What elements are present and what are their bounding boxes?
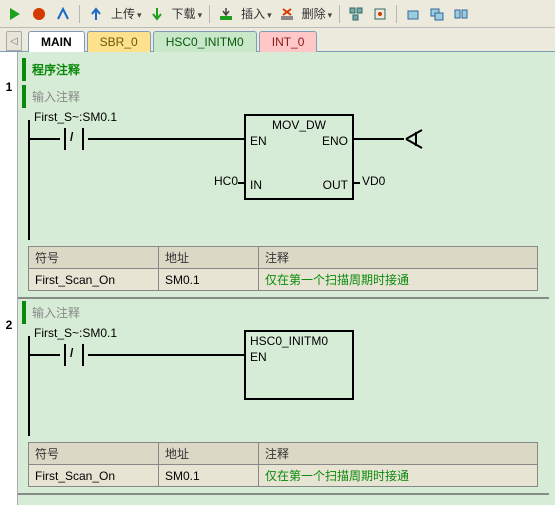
gutter: 1 2	[0, 52, 18, 505]
rung-2[interactable]: First_S~:SM0.1 / HSC0_INITM0 EN	[28, 326, 549, 436]
window-button-2[interactable]	[426, 3, 448, 25]
symbol-table-2: 符号 地址 注释 First_Scan_On SM0.1 仅在第一个扫描周期时接…	[28, 442, 538, 487]
download-label[interactable]: 下载	[170, 5, 205, 22]
symbol-table-1: 符号 地址 注释 First_Scan_On SM0.1 仅在第一个扫描周期时接…	[28, 246, 538, 291]
contact-label-2: First_S~:SM0.1	[34, 326, 117, 340]
rung-1[interactable]: First_S~:SM0.1 / MOV_DW EN ENO IN OUT HC…	[28, 110, 549, 240]
block2-title: HSC0_INITM0	[246, 332, 352, 350]
network-number-1: 1	[0, 80, 18, 94]
status-button[interactable]	[52, 3, 74, 25]
th-cmt2: 注释	[259, 443, 538, 465]
not-coil[interactable]	[404, 128, 434, 150]
window-button-3[interactable]	[450, 3, 472, 25]
th-symbol: 符号	[29, 247, 159, 269]
nc-contact-1[interactable]: /	[60, 126, 88, 152]
th-symbol2: 符号	[29, 443, 159, 465]
pin-en: EN	[250, 134, 267, 148]
misc-button-2[interactable]	[369, 3, 391, 25]
network-number-2: 2	[0, 318, 18, 332]
program-comment[interactable]: 程序注释	[22, 58, 547, 81]
pin-in: IN	[250, 178, 262, 192]
insert-label[interactable]: 插入	[239, 5, 274, 22]
network-2-title[interactable]: 输入注释	[22, 301, 547, 324]
nc-contact-2[interactable]: /	[60, 342, 88, 368]
pin-eno: ENO	[322, 134, 348, 148]
td-cmt2: 仅在第一个扫描周期时接通	[259, 465, 538, 487]
upload-button[interactable]	[85, 3, 107, 25]
network-1: 输入注释 First_S~:SM0.1 / MOV_DW EN ENO IN O…	[24, 85, 549, 291]
tab-sbr0[interactable]: SBR_0	[87, 31, 151, 52]
tab-hsc0[interactable]: HSC0_INITM0	[153, 31, 257, 52]
mov-dw-block[interactable]: MOV_DW EN ENO IN OUT	[244, 114, 354, 200]
pin-out: OUT	[323, 178, 348, 192]
th-addr2: 地址	[159, 443, 259, 465]
upload-label[interactable]: 上传	[109, 5, 144, 22]
run-button[interactable]	[4, 3, 26, 25]
out-addr: VD0	[362, 174, 385, 188]
misc-button-1[interactable]	[345, 3, 367, 25]
td-cmt: 仅在第一个扫描周期时接通	[259, 269, 538, 291]
toolbar: 上传 下载 插入 删除	[0, 0, 555, 28]
table-row[interactable]: First_Scan_On SM0.1 仅在第一个扫描周期时接通	[29, 465, 538, 487]
hsc0-block[interactable]: HSC0_INITM0 EN	[244, 330, 354, 400]
in-addr: HC0	[214, 174, 238, 188]
network-2: 输入注释 First_S~:SM0.1 / HSC0_INITM0 EN 符号 …	[24, 301, 549, 487]
th-addr: 地址	[159, 247, 259, 269]
ladder-editor[interactable]: 1 2 程序注释 输入注释 First_S~:SM0.1 / MOV_DW EN…	[0, 52, 555, 505]
stop-button[interactable]	[28, 3, 50, 25]
td-sym2: First_Scan_On	[29, 465, 159, 487]
table-row[interactable]: First_Scan_On SM0.1 仅在第一个扫描周期时接通	[29, 269, 538, 291]
delete-button[interactable]	[276, 3, 298, 25]
download-button[interactable]	[146, 3, 168, 25]
delete-label[interactable]: 删除	[300, 5, 335, 22]
th-cmt: 注释	[259, 247, 538, 269]
tab-scroll-left[interactable]: ◁	[6, 31, 22, 51]
window-button-1[interactable]	[402, 3, 424, 25]
tab-bar: ◁ MAIN SBR_0 HSC0_INITM0 INT_0	[0, 28, 555, 52]
block-title: MOV_DW	[246, 116, 352, 134]
td-addr2: SM0.1	[159, 465, 259, 487]
insert-button[interactable]	[215, 3, 237, 25]
td-addr: SM0.1	[159, 269, 259, 291]
contact-label-1: First_S~:SM0.1	[34, 110, 117, 124]
tab-main[interactable]: MAIN	[28, 31, 85, 52]
tab-int0[interactable]: INT_0	[259, 31, 318, 52]
pin-en2: EN	[250, 350, 267, 364]
network-1-title[interactable]: 输入注释	[22, 85, 547, 108]
td-sym: First_Scan_On	[29, 269, 159, 291]
